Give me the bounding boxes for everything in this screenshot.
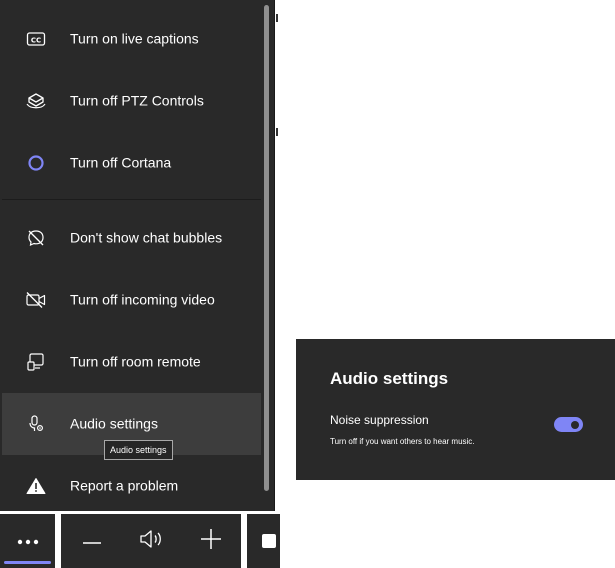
menu-item-label: Turn off PTZ Controls	[70, 92, 204, 109]
room-remote-icon	[25, 351, 47, 373]
menu-item-label: Turn off Cortana	[70, 154, 172, 171]
camera-icon	[262, 534, 276, 548]
camera-button[interactable]	[247, 514, 280, 568]
edge-mark	[276, 128, 278, 136]
microphone-settings-icon	[25, 413, 47, 435]
closed-captions-icon: CC	[25, 28, 47, 50]
speaker-icon	[138, 527, 164, 556]
toggle-knob	[571, 420, 579, 429]
menu-item-chat-bubbles[interactable]: Don't show chat bubbles	[2, 207, 261, 269]
warning-icon	[25, 475, 47, 497]
noise-suppression-toggle[interactable]	[554, 417, 583, 432]
menu-item-ptz-controls[interactable]: Turn off PTZ Controls	[2, 70, 261, 132]
edge-mark	[276, 14, 278, 22]
menu-item-label: Don't show chat bubbles	[70, 229, 223, 246]
active-indicator	[4, 561, 51, 564]
volume-control	[61, 514, 241, 568]
menu-item-label: Report a problem	[70, 477, 179, 494]
call-toolbar	[0, 511, 280, 568]
more-options-button[interactable]	[0, 514, 55, 568]
menu-divider	[2, 199, 261, 200]
volume-up-button[interactable]	[183, 514, 239, 568]
menu-item-cortana[interactable]: Turn off Cortana	[2, 132, 261, 194]
minus-icon	[82, 532, 102, 550]
menu-item-label: Turn off incoming video	[70, 291, 215, 308]
video-off-icon	[25, 289, 47, 311]
noise-suppression-help: Turn off if you want others to hear musi…	[330, 437, 475, 446]
more-options-menu: CC Turn on live captions Turn off PTZ Co…	[0, 0, 275, 511]
menu-item-label: Turn on live captions	[70, 30, 199, 47]
menu-item-live-captions[interactable]: CC Turn on live captions	[2, 8, 261, 70]
menu-item-report-problem[interactable]: Report a problem	[2, 455, 261, 517]
cortana-icon	[25, 152, 47, 174]
volume-down-button[interactable]	[64, 514, 120, 568]
chat-bubble-off-icon	[25, 227, 47, 249]
more-icon	[17, 532, 39, 550]
ptz-camera-icon	[25, 90, 47, 112]
menu-item-label: Turn off room remote	[70, 353, 201, 370]
menu-item-incoming-video[interactable]: Turn off incoming video	[2, 269, 261, 331]
volume-button[interactable]	[123, 514, 179, 568]
menu-item-label: Audio settings	[70, 415, 158, 432]
tooltip: Audio settings	[104, 440, 173, 460]
menu-scrollbar[interactable]	[264, 5, 269, 491]
audio-settings-title: Audio settings	[330, 369, 449, 388]
plus-icon	[200, 528, 222, 555]
audio-settings-panel: Audio settings Noise suppression Turn of…	[296, 339, 615, 480]
svg-text:CC: CC	[31, 37, 41, 45]
menu-item-room-remote[interactable]: Turn off room remote	[2, 331, 261, 393]
noise-suppression-label: Noise suppression	[330, 413, 429, 427]
